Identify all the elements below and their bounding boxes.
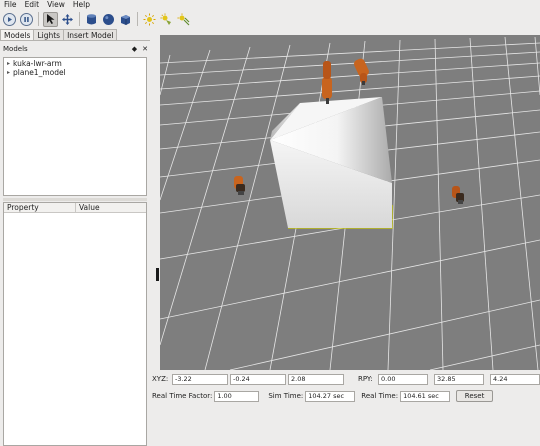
toolbar-separator (79, 12, 80, 26)
z-field[interactable]: 2.08 (288, 373, 344, 385)
directional-light-button[interactable] (176, 12, 191, 27)
spot-light-button[interactable] (159, 12, 174, 27)
select-mode-button[interactable] (43, 11, 58, 27)
rpy-label: RPY: (358, 375, 373, 383)
play-button[interactable] (2, 12, 17, 27)
cylinder-icon (87, 13, 96, 24)
menu-bar: File Edit View Help (0, 0, 540, 10)
expand-arrow-icon[interactable]: ▸ (4, 69, 13, 76)
pause-icon (20, 12, 33, 26)
tab-lights[interactable]: Lights (33, 29, 65, 40)
column-header-property[interactable]: Property (4, 203, 76, 212)
spotlight-icon (160, 13, 171, 25)
menu-help[interactable]: Help (69, 0, 94, 10)
left-panel: Models ◆ ✕ ▸ kuka-lwr-arm ▸ plane1_model… (0, 40, 150, 446)
models-panel-title: Models (3, 45, 28, 53)
y-field[interactable]: -0.24 (230, 373, 286, 385)
tab-insert-model[interactable]: Insert Model (63, 29, 118, 40)
box-icon (121, 14, 130, 25)
insert-sphere-button[interactable] (101, 12, 116, 27)
toolbar (0, 10, 540, 28)
scene-canvas (160, 35, 540, 370)
property-table-header: Property Value (4, 203, 146, 213)
insert-box-button[interactable] (118, 12, 133, 27)
translate-mode-button[interactable] (60, 12, 75, 27)
translate-icon (62, 13, 73, 25)
play-icon (3, 12, 16, 26)
real-time-factor-label: Real Time Factor: (152, 392, 213, 400)
pause-button[interactable] (19, 12, 34, 27)
panel-splitter[interactable] (3, 198, 147, 201)
real-time-label: Real Time: (361, 392, 399, 400)
pitch-field[interactable]: 32.85 (434, 373, 484, 385)
sphere-icon (103, 13, 114, 25)
toolbar-separator (137, 12, 138, 26)
left-tab-bar: Models Lights Insert Model (0, 29, 118, 40)
x-field[interactable]: -3.22 (172, 373, 228, 385)
real-time-factor-field: 1.00 (214, 390, 260, 402)
close-icon[interactable]: ✕ (142, 45, 148, 53)
tree-item-plane1-model[interactable]: ▸ plane1_model (4, 68, 146, 77)
sim-time-label: Sim Time: (268, 392, 304, 400)
xyz-label: XYZ: (152, 375, 169, 383)
tree-item-label: kuka-lwr-arm (13, 59, 62, 68)
pose-row: XYZ: -3.22 -0.24 2.08 RPY: 0.00 32.85 4.… (152, 373, 540, 385)
real-time-field: 104.61 sec (400, 390, 451, 402)
expand-arrow-icon[interactable]: ▸ (4, 60, 13, 67)
sun-icon (143, 13, 156, 25)
insert-cylinder-button[interactable] (84, 12, 99, 27)
yaw-field[interactable]: 4.24 (490, 373, 540, 385)
models-panel-header: Models ◆ ✕ (3, 44, 148, 54)
menu-edit[interactable]: Edit (21, 0, 44, 10)
roll-field[interactable]: 0.00 (378, 373, 428, 385)
reset-button[interactable]: Reset (456, 390, 494, 402)
kuka-arm-model-1 (322, 61, 332, 104)
menu-file[interactable]: File (0, 0, 21, 10)
toolbar-separator (38, 12, 39, 26)
column-header-value[interactable]: Value (76, 203, 100, 212)
3d-viewport[interactable] (160, 35, 540, 370)
tree-item-label: plane1_model (13, 68, 66, 77)
tree-item-kuka-lwr-arm[interactable]: ▸ kuka-lwr-arm (4, 59, 146, 68)
panel-resize-handle[interactable] (156, 268, 159, 281)
directional-light-icon (177, 13, 190, 25)
select-arrow-icon (46, 14, 54, 24)
selected-box-model (270, 97, 393, 229)
float-panel-icon[interactable]: ◆ (132, 45, 137, 53)
property-table: Property Value (3, 202, 147, 446)
tab-models[interactable]: Models (0, 29, 35, 40)
point-light-button[interactable] (142, 12, 157, 27)
sim-time-field: 104.27 sec (305, 390, 356, 402)
model-tree: ▸ kuka-lwr-arm ▸ plane1_model (3, 57, 147, 196)
menu-view[interactable]: View (43, 0, 69, 10)
time-status-row: Real Time Factor: 1.00 Sim Time: 104.27 … (152, 390, 494, 402)
